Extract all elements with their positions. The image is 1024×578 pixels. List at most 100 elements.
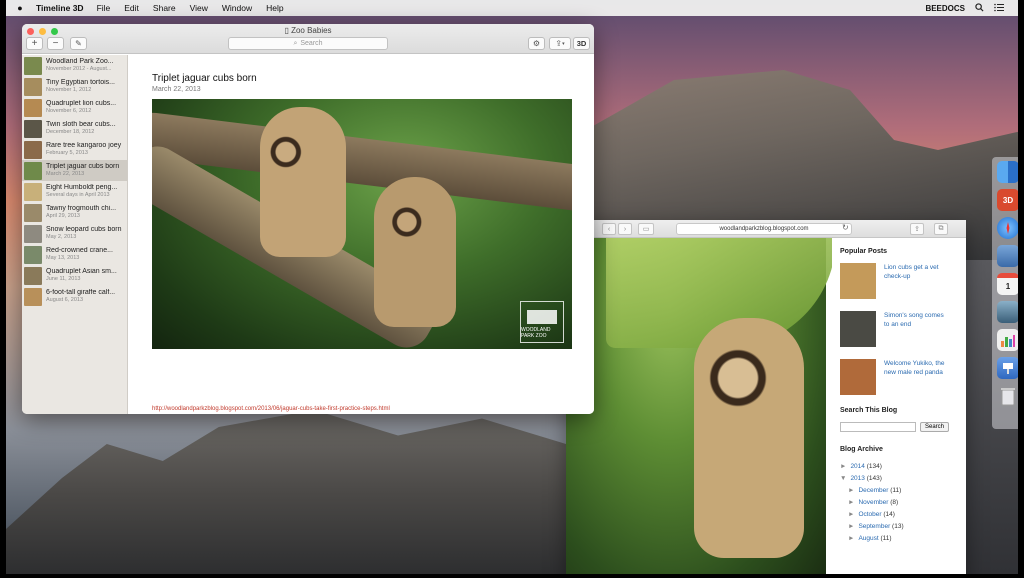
menu-user[interactable]: BEEDOCS bbox=[925, 4, 965, 13]
browser-tabs-button[interactable]: ⧉ bbox=[934, 223, 948, 235]
calendar-icon[interactable]: 1 bbox=[997, 273, 1018, 295]
menu-help[interactable]: Help bbox=[259, 3, 290, 13]
view-3d-button[interactable]: 3D bbox=[573, 37, 590, 50]
finder-icon[interactable] bbox=[997, 161, 1018, 183]
archive-label[interactable]: October bbox=[858, 511, 881, 518]
blog-search-input[interactable] bbox=[840, 422, 916, 432]
menu-app-name[interactable]: Timeline 3D bbox=[26, 3, 90, 13]
sidebar-event-item[interactable]: Quadruplet Asian sm... June 11, 2013 bbox=[22, 265, 127, 286]
chevron-down-icon: ▾ bbox=[562, 40, 565, 47]
dock: 3D 1 bbox=[992, 157, 1018, 429]
browser-forward-button[interactable]: › bbox=[618, 223, 632, 235]
archive-caret-icon[interactable]: ► bbox=[848, 523, 854, 530]
menu-share[interactable]: Share bbox=[146, 3, 183, 13]
popular-post-link[interactable]: Lion cubs get a vet check-up bbox=[884, 263, 950, 299]
event-thumbnail bbox=[24, 161, 42, 180]
archive-item[interactable]: ► September (13) bbox=[840, 521, 958, 533]
popular-post-thumb[interactable] bbox=[840, 359, 876, 395]
menu-file[interactable]: File bbox=[90, 3, 118, 13]
sidebar-event-item[interactable]: Tiny Egyptian tortois... November 1, 2012 bbox=[22, 76, 127, 97]
archive-label[interactable]: 2013 bbox=[850, 475, 864, 482]
desktop-mountain-left bbox=[6, 410, 566, 574]
sidebar-event-item[interactable]: Twin sloth bear cubs... December 18, 2012 bbox=[22, 118, 127, 139]
event-thumbnail bbox=[24, 56, 42, 75]
keynote-icon[interactable] bbox=[997, 357, 1018, 379]
notification-list-icon[interactable] bbox=[994, 3, 1004, 14]
search-field[interactable]: ⌕ Search bbox=[228, 37, 388, 50]
photos-icon[interactable] bbox=[997, 301, 1018, 323]
sidebar-event-item-selected[interactable]: Triplet jaguar cubs born March 22, 2013 bbox=[22, 160, 127, 181]
popular-post-link[interactable]: Simon's song comes to an end bbox=[884, 311, 950, 347]
archive-caret-icon[interactable]: ► bbox=[848, 511, 854, 518]
popular-post[interactable]: Welcome Yukiko, the new male red panda bbox=[840, 359, 958, 395]
menu-window[interactable]: Window bbox=[215, 3, 259, 13]
reload-icon[interactable]: ↻ bbox=[842, 223, 849, 232]
safari-icon[interactable] bbox=[997, 217, 1018, 239]
event-date: May 2, 2013 bbox=[46, 234, 77, 240]
archive-item[interactable]: ► November (8) bbox=[840, 497, 958, 509]
browser-toolbar: ‹ › ▭ woodlandparkzblog.blogspot.com ↻ ⇪… bbox=[566, 220, 966, 238]
archive-item[interactable]: ► August (11) bbox=[840, 533, 958, 545]
event-date: March 22, 2013 bbox=[46, 171, 85, 177]
sidebar-event-item[interactable]: Eight Humboldt peng... Several days in Ap… bbox=[22, 181, 127, 202]
event-thumbnail bbox=[24, 98, 42, 117]
event-photo[interactable]: WOODLAND PARK ZOO bbox=[152, 99, 572, 349]
sidebar-event-item[interactable]: Red-crowned crane... May 13, 2013 bbox=[22, 244, 127, 265]
archive-count: (8) bbox=[890, 499, 899, 506]
archive-label[interactable]: 2014 bbox=[850, 463, 864, 470]
sidebar-event-item[interactable]: Quadruplet lion cubs... November 6, 2012 bbox=[22, 97, 127, 118]
trash-icon[interactable] bbox=[997, 385, 1018, 407]
event-detail-title: Triplet jaguar cubs born bbox=[152, 73, 257, 84]
share-button[interactable]: ⇪ ▾ bbox=[549, 37, 571, 50]
popular-post[interactable]: Lion cubs get a vet check-up bbox=[840, 263, 958, 299]
archive-caret-icon[interactable]: ► bbox=[848, 487, 854, 494]
sidebar-event-item[interactable]: 6-foot-tall giraffe calf... August 6, 201… bbox=[22, 286, 127, 307]
numbers-icon[interactable] bbox=[997, 329, 1018, 351]
window-titlebar[interactable]: ▯ Zoo Babies + − ✎ ⌕ Search ⚙ ⇪ ▾ 3D bbox=[22, 24, 594, 54]
popular-post-thumb[interactable] bbox=[840, 311, 876, 347]
popular-post[interactable]: Simon's song comes to an end bbox=[840, 311, 958, 347]
archive-caret-icon[interactable]: ► bbox=[848, 499, 854, 506]
photo-jaguar-cub bbox=[260, 107, 346, 257]
browser-sidebar-button[interactable]: ▭ bbox=[638, 223, 654, 235]
archive-label[interactable]: November bbox=[858, 499, 888, 506]
archive-caret-icon[interactable]: ► bbox=[840, 463, 846, 470]
sidebar-event-item[interactable]: Woodland Park Zoo... November 2012 - Augu… bbox=[22, 55, 127, 76]
archive-label[interactable]: August bbox=[858, 535, 878, 542]
browser-back-button[interactable]: ‹ bbox=[602, 223, 616, 235]
archive-item[interactable]: ▼ 2013 (143) bbox=[840, 473, 958, 485]
event-source-link[interactable]: http://woodlandparkzblog.blogspot.com/20… bbox=[152, 406, 390, 412]
event-title: Red-crowned crane... bbox=[46, 247, 113, 254]
blog-search-button[interactable]: Search bbox=[920, 422, 950, 432]
spotlight-search-icon[interactable] bbox=[975, 2, 984, 14]
sidebar-event-item[interactable]: Snow leopard cubs born May 2, 2013 bbox=[22, 223, 127, 244]
archive-label[interactable]: December bbox=[858, 487, 888, 494]
edit-event-button[interactable]: ✎ bbox=[70, 37, 87, 50]
settings-button[interactable]: ⚙ bbox=[528, 37, 545, 50]
add-event-button[interactable]: + bbox=[26, 37, 43, 50]
browser-share-button[interactable]: ⇪ bbox=[910, 223, 924, 235]
event-date: Several days in April 2013 bbox=[46, 192, 110, 198]
archive-label[interactable]: September bbox=[858, 523, 890, 530]
browser-address-bar[interactable]: woodlandparkzblog.blogspot.com bbox=[676, 223, 852, 235]
archive-item[interactable]: ► 2014 (134) bbox=[840, 461, 958, 473]
preview-icon[interactable] bbox=[997, 245, 1018, 267]
archive-item[interactable]: ► October (14) bbox=[840, 509, 958, 521]
menu-view[interactable]: View bbox=[183, 3, 215, 13]
sidebar-event-item[interactable]: Rare tree kangaroo joey February 5, 2013 bbox=[22, 139, 127, 160]
apple-menu-icon[interactable]: ● bbox=[6, 3, 26, 13]
timeline-3d-icon[interactable]: 3D bbox=[997, 189, 1018, 211]
menu-edit[interactable]: Edit bbox=[117, 3, 146, 13]
archive-item[interactable]: ► December (11) bbox=[840, 485, 958, 497]
remove-event-button[interactable]: − bbox=[47, 37, 64, 50]
browser-url-text: woodlandparkzblog.blogspot.com bbox=[719, 226, 809, 232]
event-title: Tiny Egyptian tortois... bbox=[46, 79, 115, 86]
popular-post-thumb[interactable] bbox=[840, 263, 876, 299]
archive-caret-icon[interactable]: ▼ bbox=[840, 475, 846, 482]
popular-posts-heading: Popular Posts bbox=[840, 248, 888, 255]
event-thumbnail bbox=[24, 182, 42, 201]
sidebar-event-item[interactable]: Tawny frogmouth chi... April 29, 2013 bbox=[22, 202, 127, 223]
popular-post-link[interactable]: Welcome Yukiko, the new male red panda bbox=[884, 359, 950, 395]
archive-caret-icon[interactable]: ► bbox=[848, 535, 854, 542]
photo-jaguar-cub bbox=[374, 177, 456, 327]
